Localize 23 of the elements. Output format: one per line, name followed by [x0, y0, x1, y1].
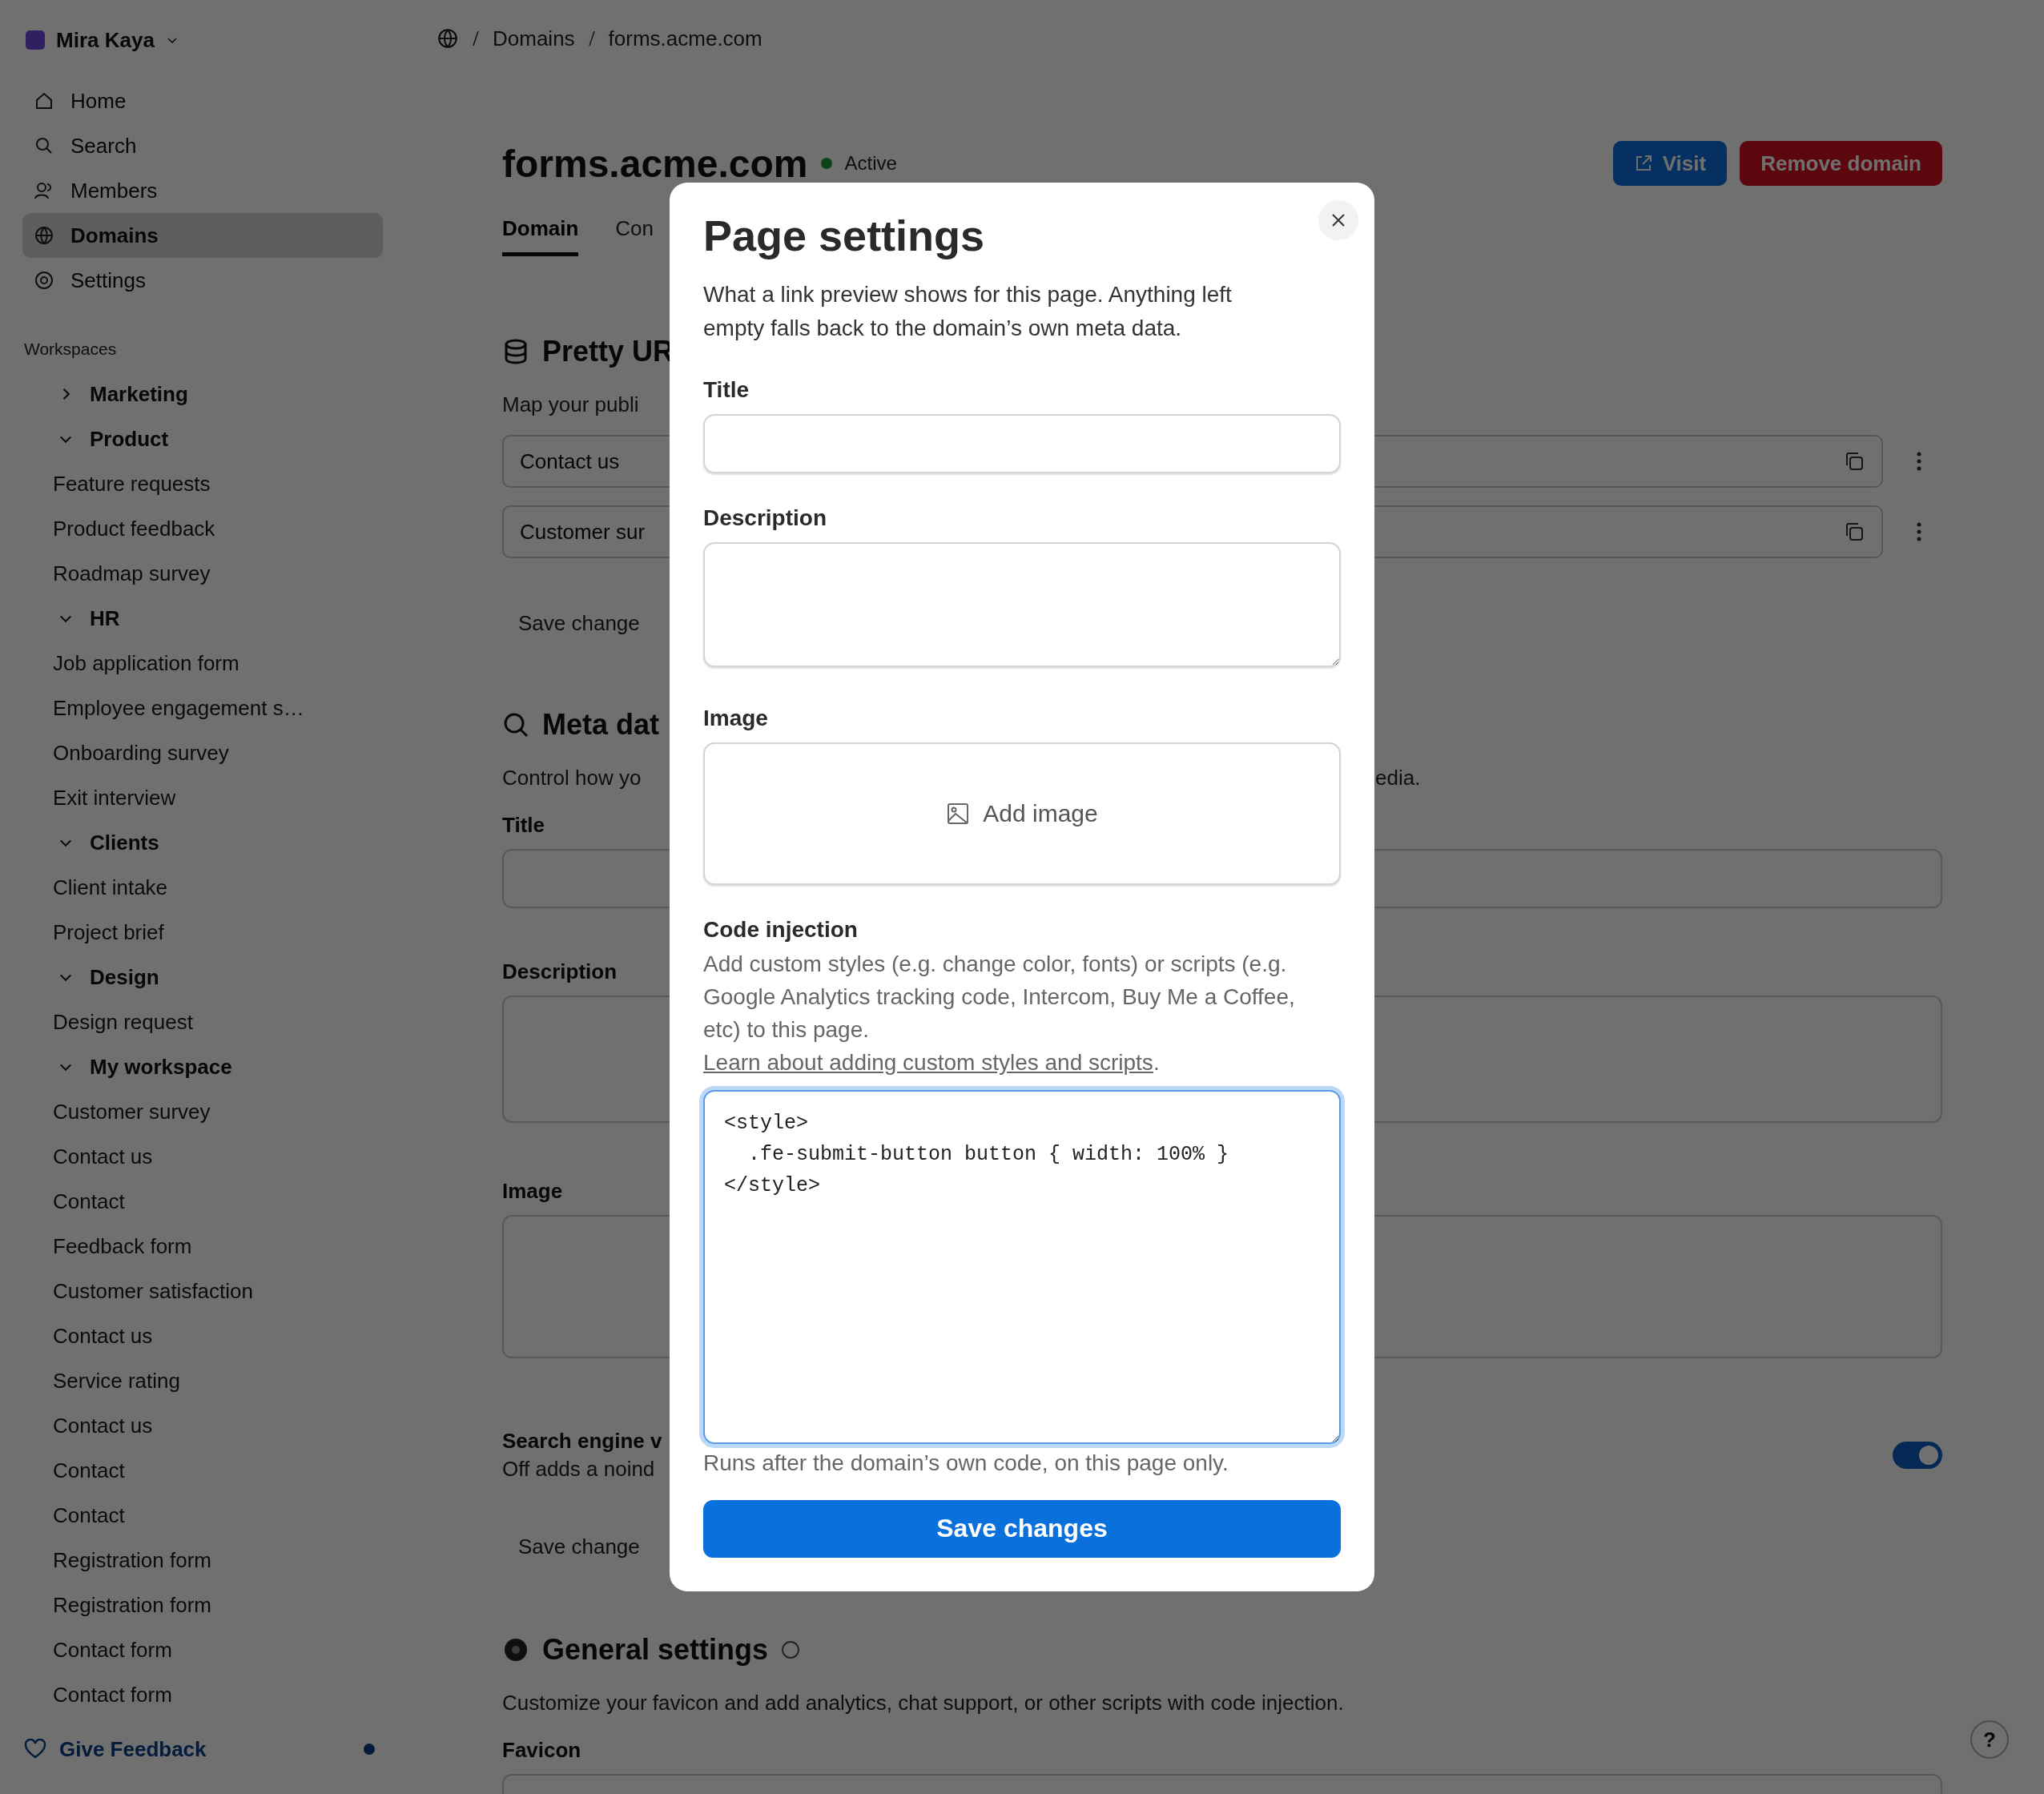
status-label: Active [844, 152, 897, 175]
section-title: Meta dat [542, 708, 660, 742]
page-title: forms.acme.com [502, 141, 808, 186]
section-description: Control how yo [502, 766, 642, 790]
section-title: General settings [542, 1633, 769, 1667]
dialog-description: What a link preview shows for this page. Anything left empty falls back to the domain’s own meta data. [703, 280, 1233, 342]
field-label: Title [703, 376, 750, 403]
section-description: Customize your favicon and add analytics, chat support, or other scripts with code injection. [502, 1691, 1345, 1716]
setting-note: Off adds a noind [502, 1457, 655, 1482]
field-label: Image [502, 1179, 563, 1204]
section-heading: Workspaces [23, 339, 117, 360]
field-label: Description [703, 505, 827, 531]
field-label: Favicon [502, 1738, 581, 1763]
field-label: Code injection [703, 916, 858, 943]
help-text: Add custom styles (e.g. change color, fonts) or scripts (e.g. Google Analytics tracking code, Intercom, Buy Me a Coffee, etc) to this page. Learn about adding custom styles and scripts. [703, 950, 1296, 1076]
hint-text: Runs after the domain’s own code, on this page only. [703, 1450, 1229, 1476]
field-label: Image [703, 705, 768, 731]
field-label: Description [502, 959, 618, 984]
setting-title: Search engine v [502, 1429, 662, 1454]
section-description: edia. [1375, 766, 1421, 790]
dialog-title: Page settings [703, 211, 985, 261]
section-description: Map your publi [502, 392, 640, 417]
field-label: Title [502, 813, 545, 838]
